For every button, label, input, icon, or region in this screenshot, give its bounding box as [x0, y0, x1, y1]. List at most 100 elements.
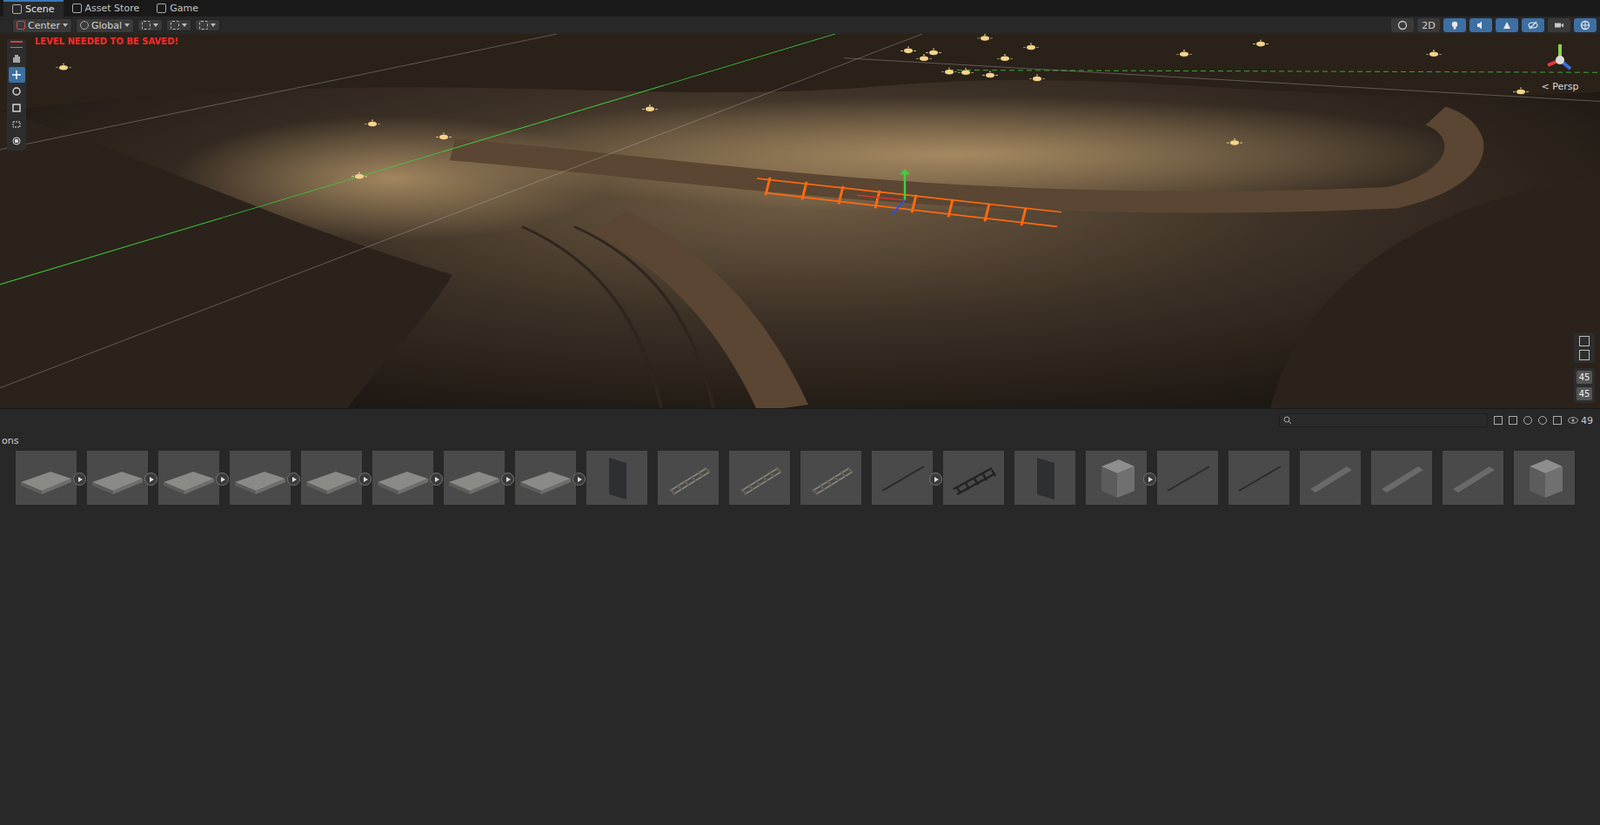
asset-thumbnail[interactable] [729, 450, 790, 505]
rect-tool[interactable] [8, 116, 26, 133]
mode2d-toggle[interactable]: 2D [1417, 18, 1440, 33]
light-icon[interactable] [1023, 43, 1039, 51]
shading-toggle[interactable] [1391, 18, 1414, 33]
asset-thumbnail[interactable] [301, 450, 362, 505]
move-tool[interactable] [8, 66, 26, 83]
editor-tab[interactable]: Game [147, 0, 208, 17]
increment-snap-button[interactable] [194, 19, 221, 32]
grid-visibility-button[interactable] [166, 19, 192, 32]
audio-toggle[interactable] [1469, 18, 1493, 33]
asset-thumbnail[interactable] [372, 450, 434, 505]
light-icon[interactable] [941, 67, 958, 75]
asset-thumbnail[interactable] [1014, 450, 1076, 505]
panel-label-row: ons [0, 431, 1600, 449]
asset-thumbnail[interactable] [1085, 450, 1147, 505]
editor-tab[interactable]: Asset Store [63, 0, 149, 17]
asset-thumbnail[interactable] [1299, 450, 1361, 505]
expand-button[interactable] [73, 472, 87, 486]
light-icon[interactable] [1226, 138, 1243, 146]
asset-thumbnail[interactable] [1371, 450, 1433, 505]
play-icon [1146, 475, 1154, 483]
play-icon [575, 475, 583, 483]
light-icon[interactable] [364, 120, 381, 128]
light-icon[interactable] [997, 53, 1013, 61]
expand-button[interactable] [358, 472, 372, 486]
light-icon[interactable] [916, 53, 932, 61]
plank-icon [1442, 450, 1504, 505]
light-icon[interactable] [55, 63, 72, 71]
expand-button[interactable] [929, 472, 943, 486]
block-icon [1513, 450, 1575, 505]
overlay-menu[interactable] [1573, 333, 1595, 363]
hand-tool[interactable] [8, 50, 26, 67]
asset-thumbnail[interactable] [15, 450, 77, 505]
asset-thumbnail[interactable] [586, 450, 648, 505]
filter-icon[interactable] [1493, 415, 1503, 425]
counter-badge[interactable]: 45 [1576, 370, 1593, 384]
light-icon[interactable] [957, 67, 974, 75]
light-toggle[interactable] [1443, 18, 1467, 33]
light-icon[interactable] [982, 71, 998, 79]
light-icon[interactable] [1029, 73, 1045, 81]
caret-icon [124, 23, 130, 27]
editor-tab[interactable]: Scene [3, 0, 64, 17]
asset-thumbnail[interactable] [1157, 450, 1219, 505]
asset-thumbnail[interactable] [158, 450, 220, 505]
asset-thumbnail[interactable] [87, 450, 148, 505]
overlay-handle[interactable] [10, 40, 23, 48]
rotate-tool[interactable] [8, 83, 26, 100]
camera-toggle[interactable] [1547, 18, 1571, 33]
space-dropdown[interactable]: Global [75, 18, 134, 34]
light-icon[interactable] [925, 48, 942, 56]
light-icon[interactable] [1425, 49, 1442, 57]
warning-icon[interactable] [1538, 415, 1547, 425]
gizmos-toggle[interactable] [1573, 18, 1597, 33]
light-icon[interactable] [1252, 40, 1269, 47]
expand-button[interactable] [501, 472, 515, 486]
pivot-dropdown[interactable]: Center [12, 18, 73, 34]
light-icon[interactable] [435, 132, 452, 140]
projection-label[interactable]: < Persp [1541, 80, 1580, 93]
asset-thumbnail[interactable] [871, 450, 933, 505]
counter-badge[interactable]: 45 [1576, 387, 1593, 401]
asset-thumbnail[interactable] [1513, 450, 1575, 505]
asset-thumbnail[interactable] [443, 450, 505, 505]
move-icon [11, 69, 22, 81]
snap-icon [199, 20, 208, 30]
asset-thumbnail[interactable] [657, 450, 719, 505]
asset-thumbnail[interactable] [515, 450, 576, 505]
light-icon[interactable] [1512, 87, 1529, 94]
expand-button[interactable] [429, 472, 443, 486]
asset-thumbnail[interactable] [1442, 450, 1504, 505]
scale-tool[interactable] [8, 100, 26, 116]
info-icon[interactable] [1523, 415, 1533, 425]
light-icon[interactable] [642, 104, 658, 112]
tag-icon[interactable] [1508, 415, 1518, 425]
expand-button[interactable] [1143, 472, 1157, 486]
visible-count: 49 [1567, 415, 1594, 427]
expand-button[interactable] [287, 472, 301, 486]
orientation-gizmo[interactable]: < Persp [1540, 40, 1580, 93]
tab-icon [72, 3, 82, 14]
star-icon[interactable] [1553, 415, 1562, 425]
light-icon[interactable] [900, 46, 917, 54]
expand-button[interactable] [215, 472, 229, 486]
visibility-toggle[interactable] [1521, 18, 1545, 33]
asset-thumbnail[interactable] [943, 450, 1005, 505]
scene-viewport[interactable]: LEVEL NEEDED TO BE SAVED! < Persp 4545 [0, 33, 1600, 409]
audio-icon [1475, 20, 1487, 31]
transform-tool[interactable] [8, 133, 26, 149]
expand-button[interactable] [572, 472, 586, 486]
light-icon[interactable] [977, 33, 993, 41]
asset-thumbnail[interactable] [1228, 450, 1290, 505]
expand-button[interactable] [144, 472, 158, 486]
effects-toggle[interactable] [1495, 18, 1519, 33]
layers-icon [1579, 349, 1590, 361]
grid-snap-button[interactable] [137, 19, 163, 32]
asset-thumbnail[interactable] [800, 450, 862, 505]
light-icon[interactable] [351, 172, 368, 180]
transform-icon [11, 135, 22, 147]
light-icon[interactable] [1176, 49, 1192, 57]
asset-thumbnail[interactable] [229, 450, 291, 505]
search-field[interactable] [1278, 413, 1488, 428]
